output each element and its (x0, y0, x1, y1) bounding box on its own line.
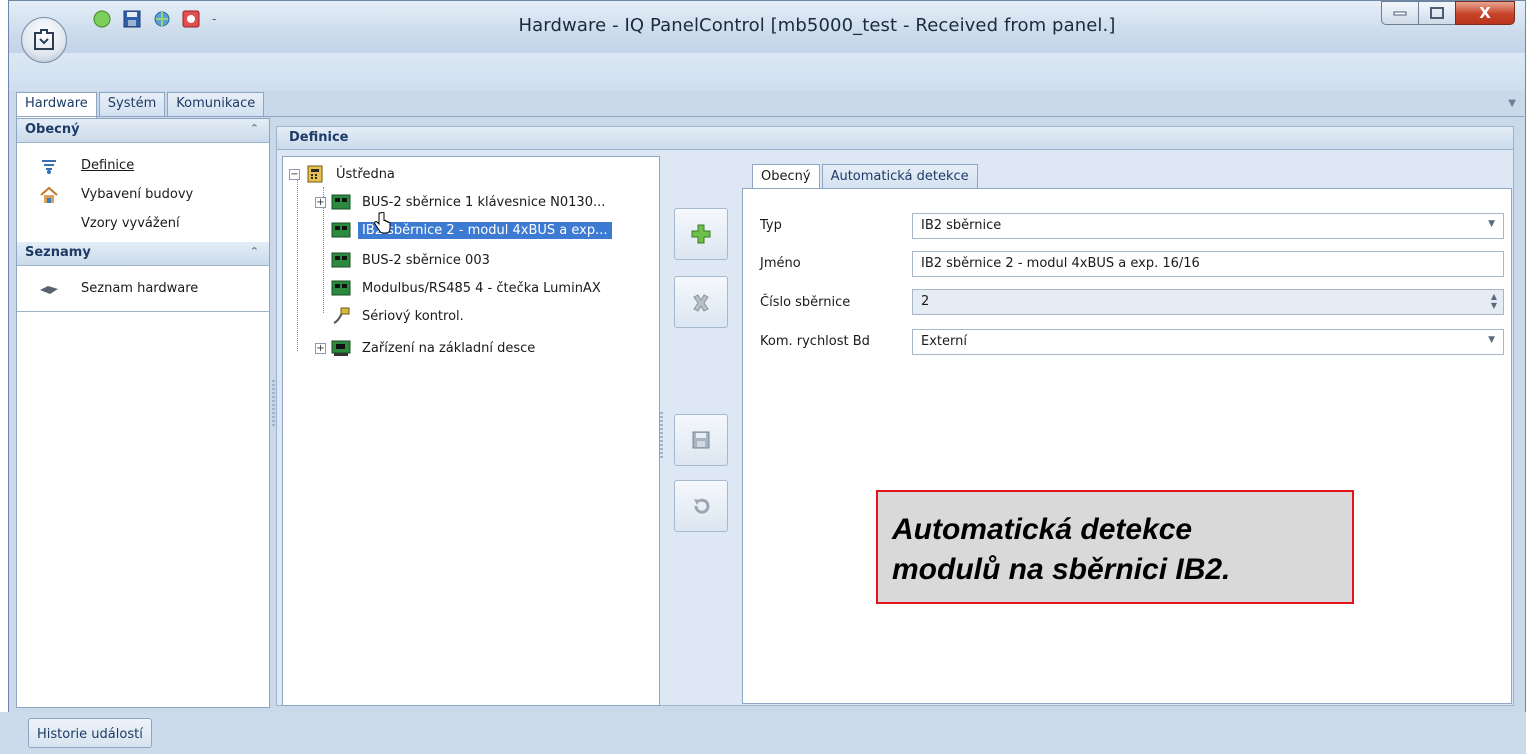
annotation-callout: Automatická detekce modulů na sběrnici I… (876, 490, 1354, 604)
chevron-down-icon[interactable]: ▼ (1488, 335, 1495, 345)
tree-node-root[interactable]: − Ústředna (289, 163, 399, 185)
nav-item-definice[interactable]: Definice (17, 151, 269, 180)
content-header: Definice (276, 126, 1514, 150)
hardware-icon (37, 279, 61, 299)
nav-item-seznam-hardware[interactable]: Seznam hardware (17, 274, 269, 303)
delete-button[interactable] (674, 276, 728, 328)
nav-splitter[interactable] (272, 380, 275, 426)
details-tabs: Obecný Automatická detekce (752, 164, 980, 190)
undo-icon (694, 498, 710, 514)
module-icon (330, 279, 352, 297)
hand-cursor-icon (374, 212, 391, 234)
kom-rychlost-value: Externí (921, 334, 967, 349)
tab-automaticka-detekce[interactable]: Automatická detekce (821, 164, 978, 189)
app-logo-icon (34, 29, 54, 50)
jmeno-field[interactable]: IB2 sběrnice 2 - modul 4xBUS a exp. 16/1… (912, 251, 1504, 277)
add-button[interactable] (674, 208, 728, 260)
nav-group-title: Obecný (25, 122, 80, 137)
kom-rychlost-dropdown[interactable]: Externí ▼ (912, 329, 1504, 355)
module-icon (330, 193, 352, 211)
navigation-pane: Obecný ⌃ Definice Vybavení budovy Vzory … (16, 118, 270, 708)
tree-node-zarizeni[interactable]: + Zařízení na základní desce (315, 337, 539, 359)
nav-item-label: Definice (81, 158, 135, 173)
tree-node-label: Ústředna (336, 166, 395, 182)
jmeno-label: Jméno (760, 256, 801, 271)
maximize-button[interactable] (1418, 1, 1456, 25)
board-icon (330, 339, 352, 357)
collapse-icon[interactable]: ⌃ (250, 122, 259, 135)
main-tabs: Hardware Systém Komunikace (16, 92, 266, 118)
nav-group-obecny[interactable]: Obecný ⌃ (17, 119, 269, 143)
ribbon (9, 53, 1525, 91)
typ-dropdown[interactable]: IB2 sběrnice ▼ (912, 213, 1504, 239)
tree-node-bus2-3[interactable]: BUS-2 sběrnice 003 (330, 249, 494, 271)
chevron-down-icon[interactable]: ▼ (1488, 219, 1495, 229)
minimize-icon (1393, 11, 1407, 16)
delete-icon (693, 294, 709, 312)
title-bar: - Hardware - IQ PanelControl [mb5000_tes… (9, 1, 1525, 53)
close-button[interactable]: X (1455, 1, 1515, 25)
typ-value: IB2 sběrnice (921, 218, 1002, 233)
minimize-button[interactable] (1381, 1, 1419, 25)
save-icon (692, 431, 710, 449)
collapse-node-icon[interactable]: − (289, 168, 300, 180)
jmeno-value: IB2 sběrnice 2 - modul 4xBUS a exp. 16/1… (921, 256, 1200, 271)
tree-node-label: Modulbus/RS485 4 - čtečka LuminAX (362, 280, 601, 296)
historie-udalosti-tab[interactable]: Historie událostí (28, 718, 152, 748)
maximize-icon (1430, 7, 1444, 19)
module-icon (330, 251, 352, 269)
nav-item-vzory-vyvazeni[interactable]: Vzory vyvážení (17, 209, 269, 238)
serial-cable-icon (330, 307, 352, 325)
undo-button[interactable] (674, 480, 728, 532)
tree-node-label: BUS-2 sběrnice 1 klávesnice N0130... (362, 194, 606, 210)
nav-item-label: Seznam hardware (81, 281, 199, 296)
cislo-sbernice-label: Číslo sběrnice (760, 295, 851, 310)
tab-komunikace[interactable]: Komunikace (167, 92, 265, 116)
cislo-sbernice-value: 2 (921, 294, 930, 309)
callout-line-1: Automatická detekce (892, 513, 1193, 546)
tree-node-modulbus[interactable]: Modulbus/RS485 4 - čtečka LuminAX (330, 277, 605, 299)
add-icon (691, 224, 711, 244)
ribbon-dropdown-icon[interactable]: ▼ (1508, 98, 1516, 109)
building-icon (37, 185, 61, 205)
spinner-arrows-icon[interactable]: ▲ ▼ (1491, 292, 1497, 310)
panel-icon (304, 165, 326, 183)
cislo-sbernice-spinner[interactable]: 2 ▲ ▼ (912, 289, 1504, 315)
nav-item-label: Vybavení budovy (81, 187, 194, 202)
tab-divider (16, 116, 1524, 117)
tree-node-bus2-1[interactable]: + BUS-2 sběrnice 1 klávesnice N0130... (315, 191, 609, 213)
hardware-tree: − Ústředna + BUS-2 sběrnice 1 klávesnice… (282, 156, 660, 706)
tree-node-serial[interactable]: Sériový kontrol. (330, 305, 468, 327)
tree-node-label: Zařízení na základní desce (362, 340, 536, 356)
collapse-icon[interactable]: ⌃ (250, 245, 259, 258)
nav-item-label: Vzory vyvážení (81, 216, 180, 231)
expand-node-icon[interactable]: + (315, 342, 326, 354)
window-title: Hardware - IQ PanelControl [mb5000_test … (518, 15, 1116, 36)
expand-node-icon[interactable]: + (315, 196, 326, 208)
tab-obecny[interactable]: Obecný (752, 164, 820, 190)
kom-rychlost-label: Kom. rychlost Bd (760, 334, 870, 349)
window-controls: X (1381, 1, 1515, 25)
tree-node-label: IB2 sběrnice 2 - modul 4xBUS a exp... (358, 221, 612, 239)
nav-group-title: Seznamy (25, 245, 91, 260)
tree-node-label: Sériový kontrol. (362, 308, 464, 324)
app-menu-button[interactable] (21, 17, 67, 63)
tab-system[interactable]: Systém (98, 92, 166, 116)
definition-icon (37, 156, 61, 176)
nav-item-vybaveni-budovy[interactable]: Vybavení budovy (17, 180, 269, 209)
nav-group-seznamy[interactable]: Seznamy ⌃ (17, 242, 269, 266)
tree-node-label: BUS-2 sběrnice 003 (362, 252, 490, 268)
bottom-bar (0, 712, 1526, 754)
tree-splitter[interactable] (660, 412, 663, 458)
typ-label: Typ (760, 218, 782, 233)
tab-hardware[interactable]: Hardware (16, 92, 97, 118)
callout-line-2: modulů na sběrnici IB2. (892, 553, 1231, 586)
module-icon (330, 221, 352, 239)
save-button[interactable] (674, 414, 728, 466)
